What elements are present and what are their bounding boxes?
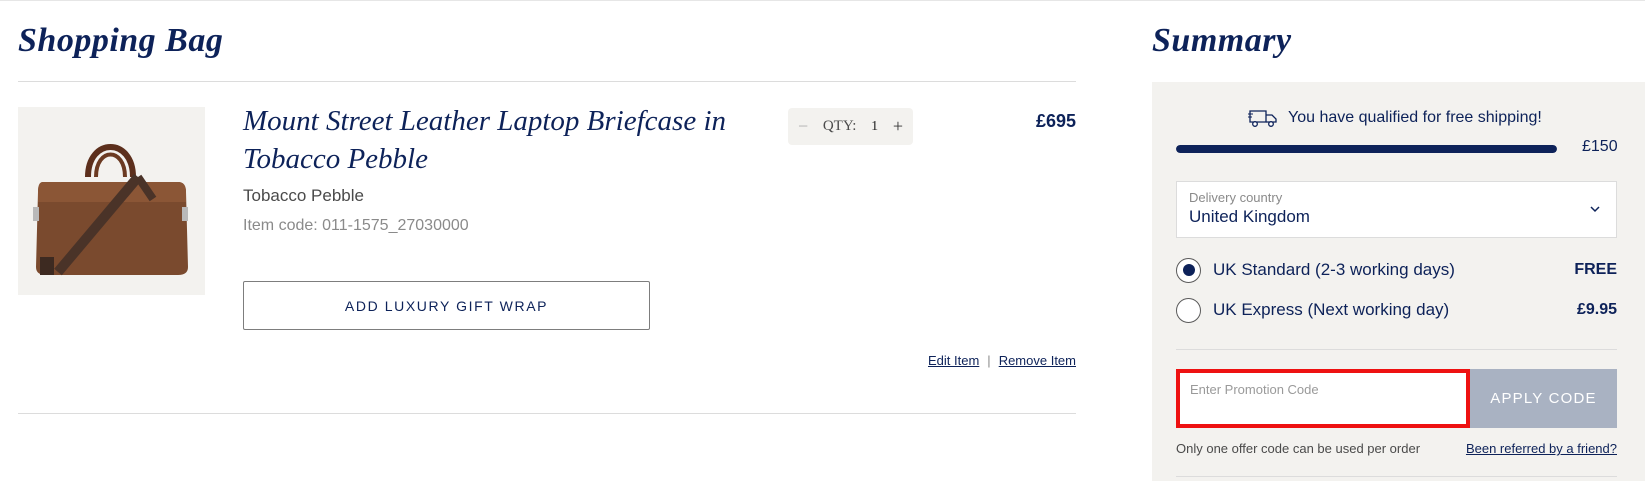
delivery-country-label: Delivery country — [1189, 190, 1283, 205]
promo-code-field-highlight — [1176, 369, 1470, 428]
quantity-stepper: − QTY: 1 + — [788, 108, 913, 145]
shopping-bag-title: Shopping Bag — [18, 22, 224, 59]
qty-decrease-button[interactable]: − — [798, 116, 808, 137]
bag-divider-bottom — [18, 413, 1076, 414]
free-shipping-progress — [1176, 145, 1557, 153]
qty-value[interactable]: 1 — [871, 119, 878, 135]
summary-divider-bottom — [1176, 476, 1617, 477]
referral-link[interactable]: Been referred by a friend? — [1466, 441, 1617, 456]
radio-standard[interactable] — [1176, 257, 1201, 283]
progress-threshold: £150 — [1582, 138, 1618, 155]
promo-note: Only one offer code can be used per orde… — [1176, 441, 1421, 456]
shipping-option-price: FREE — [1574, 261, 1617, 278]
truck-icon — [1248, 108, 1278, 128]
shipping-option-express[interactable]: UK Express (Next working day) £9.95 — [1176, 295, 1617, 325]
progress-fill — [1176, 145, 1557, 153]
product-image[interactable] — [18, 107, 205, 295]
delivery-country-select[interactable]: Delivery country United Kingdom — [1176, 181, 1617, 238]
top-border — [0, 0, 1645, 1]
briefcase-image — [18, 107, 205, 295]
shipping-option-price: £9.95 — [1576, 301, 1617, 318]
shipping-option-label: UK Standard (2-3 working days) — [1213, 260, 1455, 279]
shipping-option-standard[interactable]: UK Standard (2-3 working days) FREE — [1176, 255, 1617, 285]
link-separator: | — [987, 353, 991, 368]
radio-express[interactable] — [1176, 297, 1201, 323]
qty-label: QTY: — [822, 118, 857, 134]
summary-divider — [1176, 349, 1617, 350]
edit-item-link[interactable]: Edit Item — [928, 353, 979, 368]
product-code: Item code: 011-1575_27030000 — [243, 217, 469, 234]
free-shipping-message: You have qualified for free shipping! — [1248, 108, 1542, 128]
product-name[interactable]: Mount Street Leather Laptop Briefcase in… — [243, 102, 763, 178]
bag-divider — [18, 81, 1076, 82]
chevron-down-icon — [1588, 202, 1602, 216]
item-price: £695 — [1035, 111, 1076, 131]
free-shipping-text: You have qualified for free shipping! — [1288, 109, 1542, 126]
apply-code-button[interactable]: APPLY CODE — [1470, 369, 1617, 428]
summary-title: Summary — [1152, 22, 1292, 59]
product-variant: Tobacco Pebble — [243, 186, 364, 205]
qty-increase-button[interactable]: + — [893, 116, 903, 137]
remove-item-link[interactable]: Remove Item — [999, 353, 1076, 368]
item-actions: Edit Item | Remove Item — [928, 353, 1076, 368]
shipping-option-label: UK Express (Next working day) — [1213, 300, 1450, 319]
promo-code-input[interactable] — [1180, 373, 1466, 424]
delivery-country-value: United Kingdom — [1189, 207, 1310, 226]
add-gift-wrap-button[interactable]: ADD LUXURY GIFT WRAP — [243, 281, 650, 330]
